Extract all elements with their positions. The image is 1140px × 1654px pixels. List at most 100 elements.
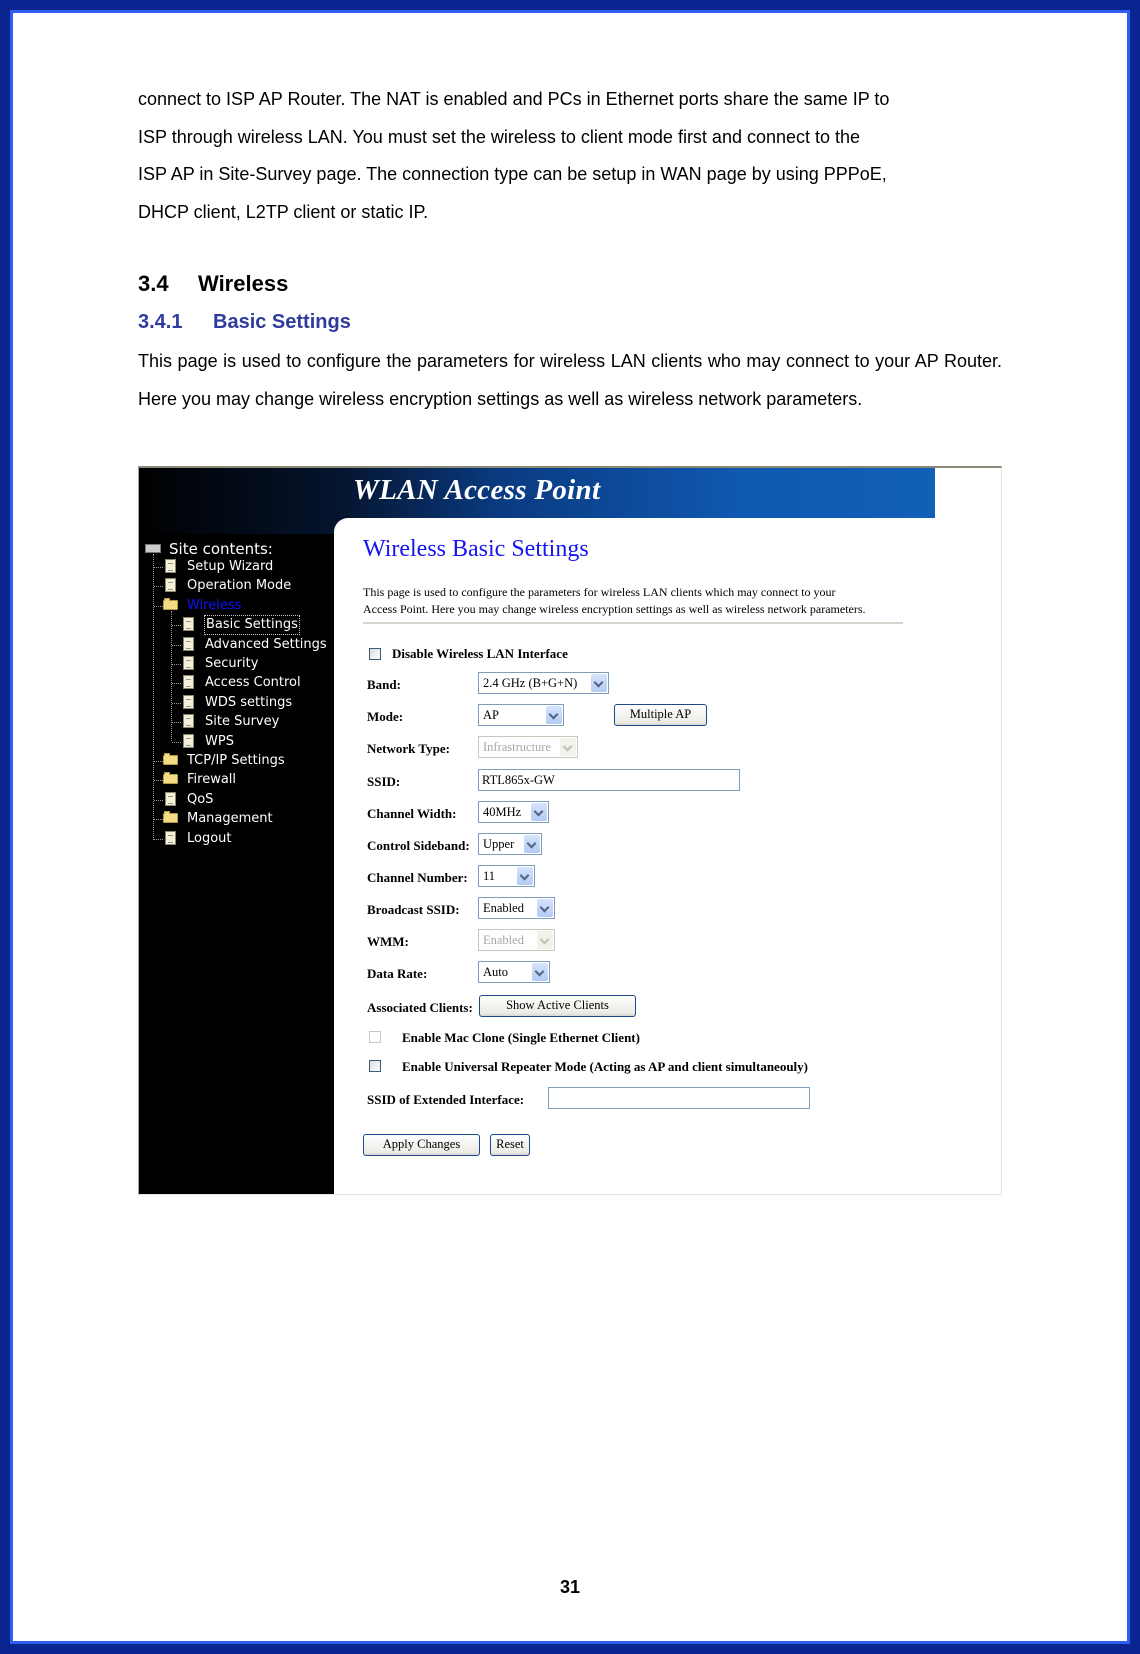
sidebar-item-label: Logout — [187, 830, 232, 846]
reset-button[interactable]: Reset — [490, 1134, 530, 1156]
broadcast-ssid-label: Broadcast SSID: — [367, 902, 460, 917]
tree-connector — [172, 741, 181, 743]
document-icon — [165, 830, 176, 845]
control-sideband-select[interactable]: Upper — [478, 833, 542, 855]
section-heading: 3.4 Wireless — [138, 271, 288, 297]
mode-select[interactable]: AP — [478, 704, 564, 726]
mac-clone-label: Enable Mac Clone (Single Ethernet Client… — [402, 1030, 640, 1045]
disable-wlan-label: Disable Wireless LAN Interface — [392, 646, 568, 661]
sidebar-item-label: Security — [205, 656, 259, 671]
sidebar-panel: Site contents: Setup Wizard Operation Mod… — [139, 534, 334, 1194]
universal-repeater-checkbox[interactable] — [369, 1060, 381, 1072]
tree-connector — [153, 554, 154, 840]
form-description-line: This page is used to configure the param… — [363, 585, 836, 599]
sidebar-item-label: Site Survey — [205, 714, 280, 730]
wmm-label: WMM: — [367, 934, 409, 949]
folder-open-icon — [163, 597, 178, 610]
description-paragraph: This page is used to configure the param… — [138, 343, 1002, 418]
document-icon — [183, 617, 194, 632]
network-type-value: Infrastructure — [483, 740, 552, 754]
router-screenshot: WLAN Access Point Site contents: Setup W… — [138, 466, 1002, 1195]
channel-width-label: Channel Width: — [367, 806, 457, 821]
section-title: Wireless — [198, 271, 289, 296]
intro-line: ISP AP in Site-Survey page. The connecti… — [138, 164, 887, 184]
sidebar-item-label: WPS — [205, 733, 234, 749]
router-header-title: WLAN Access Point — [353, 474, 601, 506]
apply-changes-button[interactable]: Apply Changes — [363, 1134, 480, 1156]
chevron-down-icon — [532, 963, 548, 981]
folder-icon — [163, 753, 178, 765]
control-sideband-value: Upper — [483, 837, 515, 851]
mode-value: AP — [483, 708, 499, 722]
chevron-down-icon — [524, 835, 540, 853]
multiple-ap-button[interactable]: Multiple AP — [614, 704, 707, 726]
network-type-label: Network Type: — [367, 741, 450, 756]
document-icon — [183, 675, 194, 690]
data-rate-select[interactable]: Auto — [478, 961, 550, 983]
chevron-down-icon — [517, 867, 533, 885]
subsection-heading: 3.4.1 Basic Settings — [138, 311, 351, 334]
document-icon — [183, 694, 194, 709]
description-text: This page is used to configure the param… — [138, 351, 1002, 409]
channel-number-select[interactable]: 11 — [478, 865, 535, 887]
mode-label: Mode: — [367, 709, 404, 724]
document-icon — [165, 578, 176, 593]
disable-wlan-checkbox[interactable] — [369, 648, 381, 660]
channel-width-value: 40MHz — [483, 805, 522, 819]
sidebar-item-label: Management — [187, 811, 273, 827]
tree-connector — [154, 799, 163, 801]
data-rate-value: Auto — [483, 965, 508, 979]
broadcast-ssid-value: Enabled — [483, 901, 524, 915]
chevron-down-icon — [560, 738, 576, 756]
folder-icon — [163, 772, 178, 785]
tree-connector — [172, 722, 181, 724]
sidebar-item-label: QoS — [187, 791, 214, 807]
form-description: This page is used to configure the param… — [363, 584, 923, 618]
document-icon — [165, 791, 176, 806]
chevron-down-icon — [537, 931, 553, 949]
section-number: 3.4 — [138, 271, 169, 296]
wmm-value: Enabled — [483, 933, 524, 947]
form-title: Wireless Basic Settings — [363, 536, 589, 562]
tree-connector — [154, 819, 163, 821]
network-type-select[interactable]: Infrastructure — [478, 736, 578, 758]
show-active-clients-button[interactable]: Show Active Clients — [479, 995, 636, 1017]
channel-width-select[interactable]: 40MHz — [478, 801, 549, 823]
band-label: Band: — [367, 677, 401, 692]
document-icon — [183, 636, 194, 651]
tree-connector — [172, 625, 181, 627]
data-rate-label: Data Rate: — [367, 966, 428, 981]
wmm-select[interactable]: Enabled — [478, 929, 555, 951]
extended-ssid-input[interactable] — [548, 1087, 810, 1109]
chevron-down-icon — [546, 706, 562, 724]
sidebar-item-label: TCP/IP Settings — [187, 753, 285, 768]
tree-connector — [171, 610, 172, 741]
broadcast-ssid-select[interactable]: Enabled — [478, 897, 555, 919]
sidebar-item-label: Access Control — [205, 675, 301, 691]
sidebar-item-label: Setup Wizard — [187, 559, 274, 574]
sidebar-item-label: Basic Settings — [204, 615, 300, 636]
tree-connector — [172, 702, 181, 704]
associated-clients-label: Associated Clients: — [367, 1000, 473, 1015]
document-icon — [183, 656, 194, 670]
intro-line: connect to ISP AP Router. The NAT is ena… — [138, 89, 890, 109]
sidebar-item-label: Advanced Settings — [205, 636, 327, 652]
universal-repeater-label: Enable Universal Repeater Mode (Acting a… — [402, 1059, 809, 1074]
document-icon — [165, 559, 176, 573]
subsection-number: 3.4.1 — [138, 311, 183, 333]
control-sideband-label: Control Sideband: — [367, 838, 470, 853]
ssid-label: SSID: — [367, 774, 401, 789]
band-value: 2.4 GHz (B+G+N) — [483, 676, 578, 690]
form-description-line: Access Point. Here you may change wirele… — [363, 602, 866, 616]
sidebar-item-label: Wireless — [187, 597, 242, 613]
ssid-input[interactable]: RTL865x-GW — [478, 769, 740, 791]
network-icon — [145, 544, 161, 553]
sidebar-item-label: WDS settings — [205, 694, 293, 710]
folder-icon — [163, 811, 178, 824]
band-select[interactable]: 2.4 GHz (B+G+N) — [478, 672, 609, 694]
mac-clone-checkbox[interactable] — [369, 1031, 381, 1043]
intro-line: ISP through wireless LAN. You must set t… — [138, 126, 861, 147]
chevron-down-icon — [531, 803, 547, 821]
channel-number-value: 11 — [483, 869, 496, 883]
tree-connector — [154, 780, 163, 782]
